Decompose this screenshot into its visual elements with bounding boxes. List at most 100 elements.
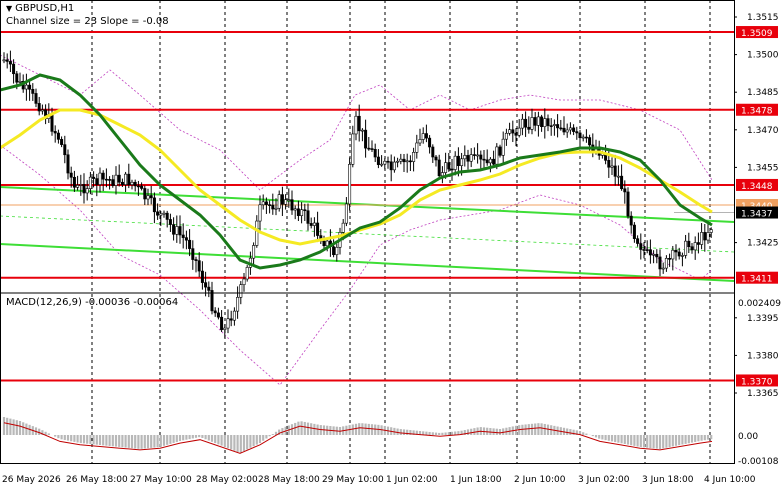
candle-body [322, 240, 326, 247]
candle-body [421, 133, 425, 140]
candle-body [239, 284, 243, 298]
candle-body [290, 199, 294, 211]
candle-body [680, 255, 684, 257]
candle-body [460, 158, 464, 166]
candle-body [271, 204, 275, 210]
candle-body [572, 127, 576, 132]
candle-body [392, 161, 396, 171]
chart-grid [91, 0, 711, 464]
candle-body [274, 207, 278, 210]
candle-body [127, 173, 131, 185]
candle-body [527, 126, 531, 130]
candle-body [428, 137, 432, 148]
candle-body [514, 132, 518, 136]
axes: 1.3515 1.3500 1.3485 1.3470 1.3455 1.3425 1.33… [0, 0, 781, 485]
candle-body [364, 129, 368, 149]
candle-body [252, 245, 256, 259]
price-channel [0, 186, 735, 282]
candle-body [495, 146, 499, 165]
candle-body [284, 199, 288, 205]
candle-body [133, 181, 137, 187]
candle-body [204, 282, 208, 288]
candle-body [376, 156, 380, 165]
candle-body [325, 240, 329, 247]
candle-body [226, 318, 230, 329]
candle-body [188, 239, 192, 249]
candle-body [696, 242, 700, 245]
price-tick-label: 1.3470 [747, 126, 779, 136]
macd-tick-label: 0.00 [738, 432, 758, 442]
candle-body [575, 131, 579, 134]
candle-body [101, 172, 105, 180]
candle-body [220, 316, 224, 330]
candle-body [578, 132, 582, 139]
candle-body [431, 146, 435, 158]
candle-body [120, 181, 124, 185]
candle-body [146, 195, 150, 200]
candle-body [476, 154, 480, 157]
candle-body [34, 93, 38, 104]
candle-body [232, 310, 236, 321]
candle-body [12, 63, 16, 75]
candle-body [149, 195, 153, 199]
candle-body [412, 152, 416, 162]
price-tick-label: 1.3380 [747, 351, 779, 361]
candle-body [642, 249, 646, 251]
candle-body [440, 172, 444, 177]
candle-body [98, 172, 102, 185]
candle-body [629, 215, 633, 226]
time-label: 1 Jun 02:00 [386, 475, 438, 485]
price-tick-label: 1.3500 [747, 51, 779, 61]
candle-body [482, 158, 486, 161]
candle-body [207, 286, 211, 291]
price-tick-label: 1.3455 [747, 163, 779, 173]
candle-body [335, 246, 339, 256]
dropdown-triangle-icon[interactable]: ▼ [6, 4, 12, 13]
candle-body [479, 154, 483, 160]
candle-body [415, 142, 419, 153]
candle-body [130, 181, 134, 185]
candle-body [351, 133, 355, 165]
candle-body [536, 116, 540, 126]
candle-body [661, 267, 665, 270]
candle-body [706, 232, 710, 241]
candle-body [79, 184, 83, 186]
candle-body [360, 129, 364, 132]
candle-body [82, 184, 86, 194]
candle-body [444, 162, 448, 173]
candle-body [85, 188, 89, 194]
candle-body [664, 258, 668, 269]
candle-body [674, 249, 678, 253]
candle-body [658, 256, 662, 270]
symbol-text: GBPUSD,H1 [15, 3, 75, 14]
time-label: 28 May 02:00 [196, 475, 258, 485]
candle-body [469, 154, 473, 162]
candle-body [508, 129, 512, 134]
candle-body [434, 156, 438, 161]
symbol-label: ▼ GBPUSD,H1 [6, 3, 74, 14]
candle-body [309, 223, 313, 226]
candle-body [709, 229, 713, 233]
candle-body [492, 158, 496, 165]
level-label: 1.3478 [741, 107, 773, 117]
candle-body [588, 137, 592, 146]
candle-body [261, 201, 265, 206]
candle-body [684, 240, 688, 256]
candle-body [677, 251, 681, 257]
candle-body [66, 154, 70, 174]
price-chart[interactable]: 1.35091.34781.34481.34111.33701.34401.34… [0, 0, 781, 489]
candle-body [53, 131, 57, 134]
candle-body [559, 127, 563, 130]
candle-body [76, 184, 80, 188]
candle-body [530, 117, 534, 130]
candle-body [370, 148, 374, 150]
candle-body [556, 124, 560, 129]
time-label: 26 May 2026 [2, 475, 61, 485]
time-label: 29 May 10:00 [322, 475, 384, 485]
candle-body [383, 160, 387, 165]
candle-body [277, 194, 281, 209]
candle-body [610, 165, 614, 168]
channel-lower-line [0, 243, 735, 282]
channel-mid-line [0, 215, 735, 253]
candle-body [242, 278, 246, 285]
